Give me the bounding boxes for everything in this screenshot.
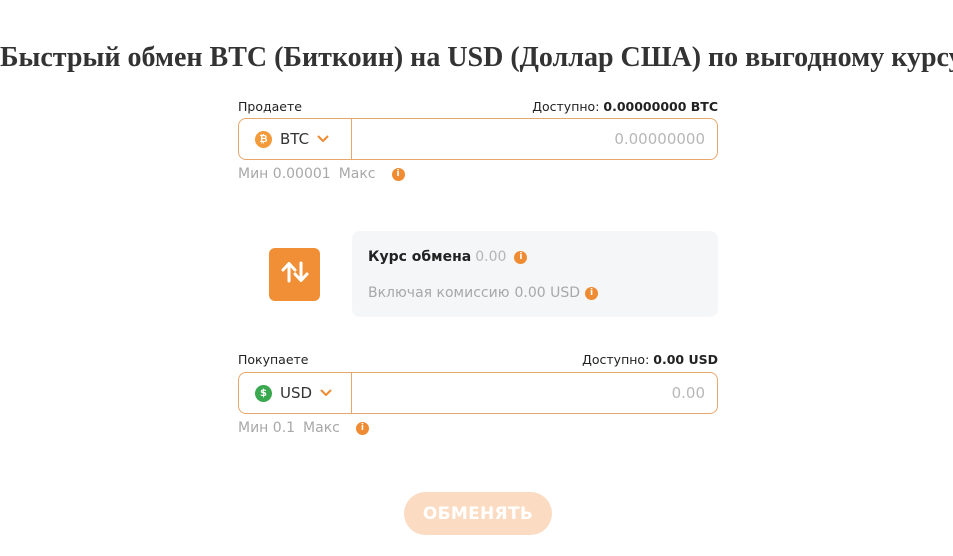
chevron-down-icon [320,386,332,400]
commission-label: Включая комиссию [368,285,510,301]
buy-currency-label: USD [280,384,313,402]
sell-field: ₿ BTC [238,118,718,160]
sell-limits: Мин 0.00001 Макс i [238,166,405,182]
sell-available-label: Доступно: [532,98,600,114]
sell-header: Продаете Доступно: 0.00000000 BTC [238,97,718,115]
swap-button[interactable] [269,248,320,301]
sell-currency-select[interactable]: ₿ BTC [239,119,352,159]
rate-box: Курс обмена 0.00 i Включая комиссию 0.00… [352,231,718,317]
buy-available-label: Доступно: [582,351,650,367]
rate-label: Курс обмена [368,249,472,265]
sell-label: Продаете [238,98,302,114]
info-icon[interactable]: i [391,167,405,181]
info-icon[interactable]: i [514,250,528,264]
buy-limits: Мин 0.1 Макс i [238,420,369,436]
dollar-icon: $ [255,384,272,402]
info-icon[interactable]: i [585,286,599,300]
sell-currency-label: BTC [280,130,310,148]
info-icon[interactable]: i [355,421,369,435]
buy-available: Доступно: 0.00 USD [582,352,718,367]
buy-max-link[interactable]: Макс [303,420,340,436]
sell-available-value: 0.00000000 BTC [603,98,718,114]
buy-label: Покупаете [238,351,309,367]
sell-available: Доступно: 0.00000000 BTC [532,99,718,114]
page-title: Быстрый обмен BTC (Биткоин) на USD (Долл… [0,42,953,73]
swap-arrows-icon [280,261,310,288]
buy-currency-select[interactable]: $ USD [239,373,352,413]
sell-max-link[interactable]: Макс [339,166,376,182]
buy-field: $ USD [238,372,718,414]
buy-header: Покупаете Доступно: 0.00 USD [238,350,718,368]
chevron-down-icon [317,132,329,146]
rate-line: Курс обмена 0.00 i [368,249,528,265]
sell-min: Мин 0.00001 [238,166,331,182]
bitcoin-icon: ₿ [255,130,272,148]
buy-min: Мин 0.1 [238,420,296,436]
buy-amount-input[interactable] [352,373,717,413]
exchange-button[interactable]: ОБМЕНЯТЬ [404,492,552,535]
commission-line: Включая комиссию 0.00 USD i [368,285,599,301]
commission-value: 0.00 USD [514,285,581,301]
sell-amount-input[interactable] [352,119,717,159]
rate-value: 0.00 [475,249,507,265]
buy-available-value: 0.00 USD [653,351,718,367]
